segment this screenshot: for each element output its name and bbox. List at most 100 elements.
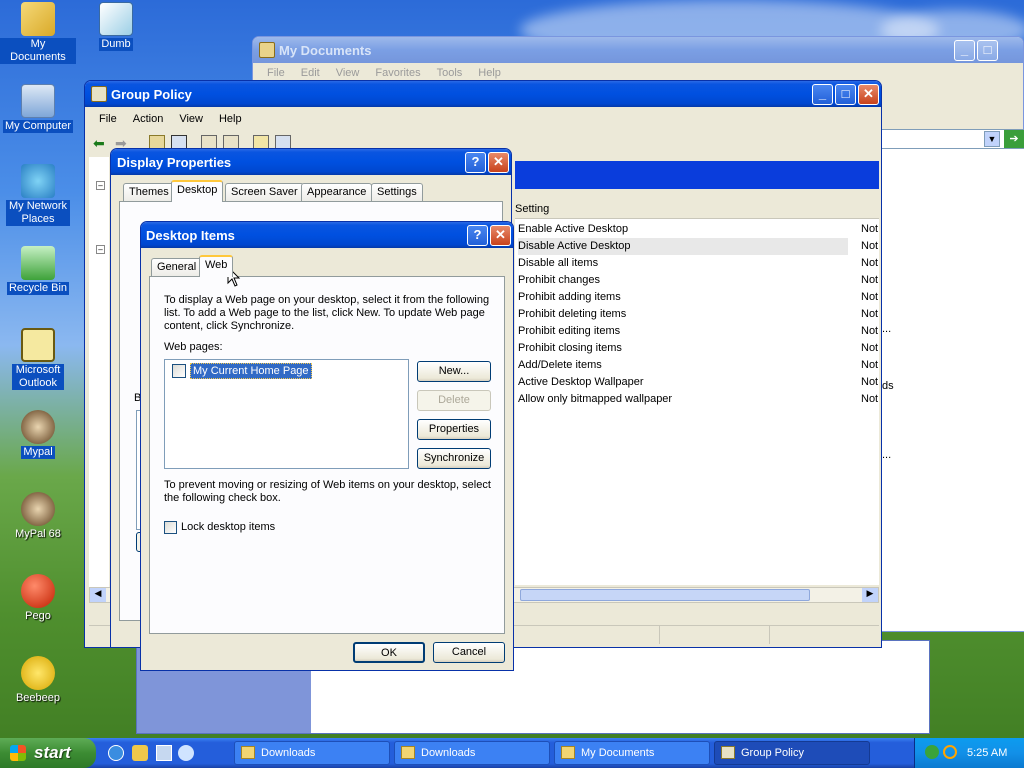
taskbar-item-my-documents[interactable]: My Documents bbox=[554, 741, 710, 765]
policy-state: Not bbox=[861, 393, 879, 405]
close-button[interactable]: ✕ bbox=[488, 152, 509, 173]
ok-button[interactable]: OK bbox=[353, 642, 425, 663]
scroll-left-icon[interactable]: ◀ bbox=[90, 588, 106, 602]
network-places-icon bbox=[21, 164, 55, 198]
windows-logo-icon bbox=[10, 745, 26, 761]
media-player-icon[interactable] bbox=[178, 745, 194, 761]
scroll-right-icon[interactable]: ▶ bbox=[862, 588, 878, 602]
menu-edit[interactable]: Edit bbox=[293, 67, 328, 79]
menu-file[interactable]: File bbox=[259, 67, 293, 79]
desktop-icon-label: My Computer bbox=[2, 120, 74, 133]
address-bar[interactable]: ▼ ➔ bbox=[881, 129, 1024, 149]
policy-row[interactable]: Prohibit deleting items Not bbox=[518, 306, 878, 323]
taskbar-item-downloads[interactable]: Downloads bbox=[394, 741, 550, 765]
lock-description: To prevent moving or resizing of Web ite… bbox=[164, 479, 491, 504]
maximize-button[interactable]: □ bbox=[977, 40, 998, 61]
close-button[interactable]: ✕ bbox=[490, 225, 511, 246]
quicklaunch-icon[interactable] bbox=[132, 745, 148, 761]
desktop-items-titlebar[interactable]: Desktop Items ? ✕ bbox=[141, 222, 513, 248]
back-arrow-icon[interactable]: ⬅ bbox=[93, 135, 105, 152]
help-button[interactable]: ? bbox=[465, 152, 486, 173]
synchronize-button[interactable]: Synchronize bbox=[417, 448, 491, 469]
close-button[interactable]: ✕ bbox=[858, 84, 879, 105]
taskbar-item-group-policy[interactable]: Group Policy bbox=[714, 741, 870, 765]
desktop-icon-my-computer[interactable]: My Computer bbox=[0, 84, 76, 133]
policy-row[interactable]: Enable Active Desktop Not bbox=[518, 221, 878, 238]
mypal-icon bbox=[21, 410, 55, 444]
start-button[interactable]: start bbox=[0, 738, 96, 768]
desktop-icon-mypal[interactable]: Mypal bbox=[0, 410, 76, 459]
policy-row[interactable]: Disable all items Not bbox=[518, 255, 878, 272]
menu-view[interactable]: View bbox=[171, 113, 211, 125]
policy-row[interactable]: Disable Active Desktop Not bbox=[518, 238, 878, 255]
desktop-icon-recycle-bin[interactable]: Recycle Bin bbox=[0, 246, 76, 295]
web-page-item[interactable]: My Current Home Page bbox=[190, 363, 312, 379]
tab-web[interactable]: Web bbox=[199, 255, 234, 277]
scroll-thumb[interactable] bbox=[520, 589, 810, 601]
desktop-icon-dumb[interactable]: Dumb bbox=[78, 2, 154, 51]
menu-tools[interactable]: Tools bbox=[429, 67, 471, 79]
desktop-icon-mypal68[interactable]: MyPal 68 bbox=[0, 492, 76, 541]
policy-row[interactable]: Prohibit editing items Not bbox=[518, 323, 878, 340]
delete-button[interactable]: Delete bbox=[417, 390, 491, 411]
desktop-icon-pego[interactable]: Pego bbox=[0, 574, 76, 623]
window-title: Desktop Items bbox=[146, 228, 235, 243]
go-arrow-icon[interactable]: ➔ bbox=[1004, 130, 1024, 148]
search-icon[interactable] bbox=[943, 745, 957, 759]
policy-row[interactable]: Prohibit closing items Not bbox=[518, 340, 878, 357]
new-button[interactable]: New... bbox=[417, 361, 491, 382]
my-documents-titlebar[interactable]: My Documents _ □ bbox=[253, 37, 1023, 63]
lock-desktop-label[interactable]: Lock desktop items bbox=[181, 521, 275, 533]
minimize-button[interactable]: _ bbox=[812, 84, 833, 105]
help-button[interactable]: ? bbox=[467, 225, 488, 246]
menu-favorites[interactable]: Favorites bbox=[367, 67, 428, 79]
beebeep-icon bbox=[21, 656, 55, 690]
policy-row[interactable]: Add/Delete items Not bbox=[518, 357, 878, 374]
menu-help[interactable]: Help bbox=[211, 113, 250, 125]
policy-row[interactable]: Active Desktop Wallpaper Not bbox=[518, 374, 878, 391]
tab-general[interactable]: General bbox=[151, 258, 203, 277]
policy-state: Not bbox=[861, 223, 879, 235]
menu-action[interactable]: Action bbox=[125, 113, 172, 125]
display-properties-titlebar[interactable]: Display Properties ? ✕ bbox=[111, 149, 511, 175]
tab-themes[interactable]: Themes bbox=[123, 183, 175, 202]
minimize-button[interactable]: _ bbox=[954, 40, 975, 61]
menu-help[interactable]: Help bbox=[470, 67, 509, 79]
tab-desktop[interactable]: Desktop bbox=[171, 180, 224, 202]
policy-row[interactable]: Prohibit adding items Not bbox=[518, 289, 878, 306]
tray-app-icon[interactable] bbox=[925, 745, 939, 759]
desktop-icon-label: Pego bbox=[25, 610, 51, 622]
menu-view[interactable]: View bbox=[328, 67, 368, 79]
show-desktop-icon[interactable] bbox=[156, 745, 172, 761]
window-title: My Documents bbox=[279, 43, 372, 58]
menu-file[interactable]: File bbox=[91, 113, 125, 125]
web-page-checkbox[interactable] bbox=[172, 364, 186, 378]
web-pages-list[interactable]: My Current Home Page bbox=[164, 359, 409, 469]
desktop-icon-outlook[interactable]: Microsoft Outlook bbox=[0, 328, 76, 390]
desktop-icon-network-places[interactable]: My Network Places bbox=[0, 164, 76, 226]
taskbar-item-downloads[interactable]: Downloads bbox=[234, 741, 390, 765]
tree-expander[interactable]: – bbox=[96, 245, 105, 254]
clock[interactable]: 5:25 AM bbox=[967, 738, 1007, 768]
properties-button[interactable]: Properties bbox=[417, 419, 491, 440]
internet-explorer-icon[interactable] bbox=[108, 745, 124, 761]
tab-appearance[interactable]: Appearance bbox=[301, 183, 373, 202]
desktop-icon-label: My Network Places bbox=[6, 200, 70, 226]
cancel-button[interactable]: Cancel bbox=[433, 642, 505, 663]
chevron-down-icon[interactable]: ▼ bbox=[984, 131, 1000, 147]
tab-settings[interactable]: Settings bbox=[371, 183, 423, 202]
tab-screen-saver[interactable]: Screen Saver bbox=[225, 183, 304, 202]
policy-row[interactable]: Allow only bitmapped wallpaper Not bbox=[518, 391, 878, 408]
tree-expander[interactable]: – bbox=[96, 181, 105, 190]
desktop-icon-beebeep[interactable]: Beebeep bbox=[0, 656, 76, 705]
desktop-icon-my-documents[interactable]: My Documents bbox=[0, 2, 76, 64]
maximize-button[interactable]: □ bbox=[835, 84, 856, 105]
folder-icon bbox=[561, 746, 575, 759]
group-policy-titlebar[interactable]: Group Policy _ □ ✕ bbox=[85, 81, 881, 107]
start-label: start bbox=[34, 743, 71, 762]
desktop-icon-label: Beebeep bbox=[15, 692, 61, 704]
status-divider bbox=[769, 626, 770, 644]
policy-row[interactable]: Prohibit changes Not bbox=[518, 272, 878, 289]
lock-desktop-checkbox[interactable] bbox=[164, 521, 177, 534]
column-setting-header[interactable]: Setting bbox=[515, 203, 549, 215]
